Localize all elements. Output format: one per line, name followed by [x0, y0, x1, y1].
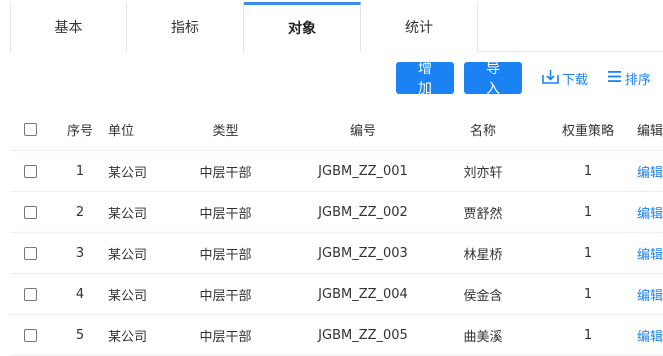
header-no: 序号 — [66, 123, 93, 139]
row-edit-cell: 编辑 — [623, 285, 663, 304]
row-no: 2 — [75, 204, 85, 220]
row-unit: 某公司 — [108, 206, 148, 222]
header-weight: 权重策略 — [561, 123, 614, 139]
row-checkbox-cell — [10, 328, 52, 342]
row-unit: 某公司 — [108, 247, 148, 263]
tab-object[interactable]: 对象 — [244, 2, 361, 52]
row-checkbox[interactable] — [24, 328, 37, 342]
row-type: 中层干部 — [199, 329, 252, 345]
row-weight: 1 — [583, 204, 593, 220]
sort-button[interactable]: 排序 — [607, 69, 651, 88]
row-checkbox-cell — [10, 246, 52, 260]
row-no: 3 — [75, 245, 85, 261]
row-checkbox[interactable] — [24, 205, 37, 219]
row-edit-cell: 编辑 — [623, 326, 663, 345]
row-code: JGBM_ZZ_005 — [318, 327, 408, 343]
tab-statistics[interactable]: 统计 — [361, 2, 478, 52]
table-row: 1 某公司 中层干部 JGBM_ZZ_001 刘亦轩 1 编辑 — [10, 151, 663, 192]
row-unit: 某公司 — [108, 165, 148, 181]
row-edit-cell: 编辑 — [623, 162, 663, 181]
header-code: 编号 — [349, 123, 376, 139]
header-edit: 编辑 — [636, 123, 663, 139]
table-row: 2 某公司 中层干部 JGBM_ZZ_002 贾舒然 1 编辑 — [10, 192, 663, 233]
row-type: 中层干部 — [199, 288, 252, 304]
table-header-row: 序号 单位 类型 编号 名称 权重策略 编辑 — [10, 108, 663, 151]
row-no: 1 — [75, 163, 85, 179]
edit-link[interactable]: 编辑 — [637, 207, 663, 222]
row-checkbox[interactable] — [24, 164, 37, 178]
row-checkbox[interactable] — [24, 246, 37, 260]
row-edit-cell: 编辑 — [623, 203, 663, 222]
row-name: 曲美溪 — [463, 329, 503, 345]
menu-lines-icon — [607, 70, 625, 87]
sort-label: 排序 — [624, 72, 651, 88]
download-label: 下载 — [561, 72, 588, 88]
row-edit-cell: 编辑 — [623, 244, 663, 263]
download-button[interactable]: 下载 — [542, 69, 588, 88]
add-button[interactable]: 增加 — [395, 61, 454, 97]
toolbar: 增加 导入 下载 排序 — [395, 61, 663, 97]
row-checkbox-cell — [10, 287, 52, 301]
row-name: 刘亦轩 — [463, 165, 503, 181]
row-type: 中层干部 — [199, 206, 252, 222]
row-weight: 1 — [583, 286, 593, 302]
header-type: 类型 — [212, 123, 239, 139]
header-unit: 单位 — [108, 123, 135, 139]
row-code: JGBM_ZZ_002 — [318, 204, 408, 220]
table-row: 4 某公司 中层干部 JGBM_ZZ_004 侯金含 1 编辑 — [10, 274, 663, 315]
row-no: 5 — [75, 327, 85, 343]
tab-indicator[interactable]: 指标 — [127, 2, 244, 52]
header-name: 名称 — [469, 123, 496, 139]
row-code: JGBM_ZZ_003 — [318, 245, 408, 261]
table-row: 5 某公司 中层干部 JGBM_ZZ_005 曲美溪 1 编辑 — [10, 315, 663, 356]
edit-link[interactable]: 编辑 — [637, 289, 663, 304]
row-name: 林星桥 — [463, 247, 503, 263]
row-type: 中层干部 — [199, 165, 252, 181]
row-name: 贾舒然 — [463, 206, 503, 222]
object-table: 序号 单位 类型 编号 名称 权重策略 编辑 1 某公司 中层干部 JGBM_Z… — [10, 108, 663, 356]
row-name: 侯金含 — [463, 288, 503, 304]
row-checkbox[interactable] — [24, 287, 37, 301]
row-unit: 某公司 — [108, 329, 148, 345]
tab-basic[interactable]: 基本 — [10, 2, 127, 52]
import-button[interactable]: 导入 — [463, 61, 522, 97]
download-icon — [542, 69, 562, 88]
row-weight: 1 — [583, 245, 593, 261]
row-code: JGBM_ZZ_004 — [318, 286, 408, 302]
row-unit: 某公司 — [108, 288, 148, 304]
edit-link[interactable]: 编辑 — [637, 166, 663, 181]
row-type: 中层干部 — [199, 247, 252, 263]
edit-link[interactable]: 编辑 — [637, 248, 663, 263]
select-all-checkbox[interactable] — [24, 122, 37, 136]
row-no: 4 — [75, 286, 85, 302]
tab-bar: 基本 指标 对象 统计 — [10, 2, 663, 52]
row-checkbox-cell — [10, 164, 52, 178]
row-checkbox-cell — [10, 205, 52, 219]
object-panel: 基本 指标 对象 统计 增加 导入 下载 排序 序号 单位 类型 编号 名称 权… — [10, 0, 663, 356]
row-weight: 1 — [583, 327, 593, 343]
table-row: 3 某公司 中层干部 JGBM_ZZ_003 林星桥 1 编辑 — [10, 233, 663, 274]
row-weight: 1 — [583, 163, 593, 179]
row-code: JGBM_ZZ_001 — [318, 163, 408, 179]
edit-link[interactable]: 编辑 — [637, 330, 663, 345]
header-checkbox-cell — [10, 122, 52, 136]
